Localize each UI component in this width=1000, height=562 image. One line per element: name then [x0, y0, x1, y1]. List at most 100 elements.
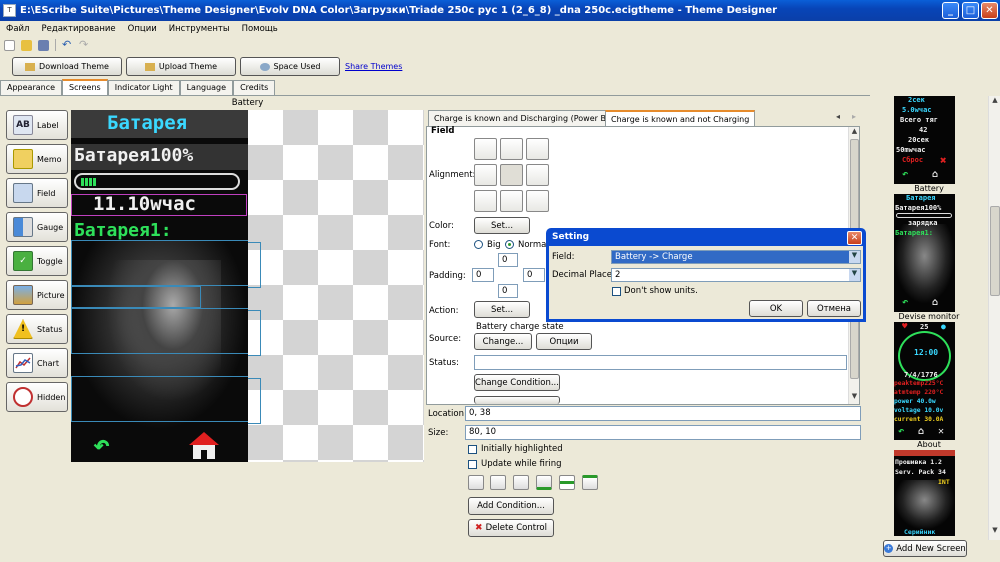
new-icon[interactable] — [4, 39, 15, 51]
change-condition-button[interactable]: Change Condition... — [474, 374, 560, 391]
add-chart-button[interactable]: Chart — [6, 348, 68, 378]
align-top-right-button[interactable] — [526, 138, 549, 160]
thumb-about-screen[interactable]: ♥ 25 ● 12:00 7/4/1776 peaktemp225°C atmt… — [894, 322, 955, 440]
source-options-button[interactable]: Опции — [536, 333, 592, 350]
update-while-firing-checkbox[interactable] — [468, 460, 477, 469]
add-label-button[interactable]: AB Label — [6, 110, 68, 140]
location-input[interactable]: 0, 38 — [465, 406, 861, 421]
add-status-button[interactable]: ! Status — [6, 314, 68, 344]
download-theme-button[interactable]: Download Theme — [12, 57, 122, 76]
scroll-up-icon[interactable]: ▲ — [990, 96, 1000, 106]
device-label-battery-percent[interactable]: Батарея100% — [74, 145, 193, 166]
align-left-edges-icon[interactable] — [468, 475, 484, 490]
thumb-firmware-screen[interactable]: Прошивка 1.2 Serv. Pack 34 INT Серийник — [894, 450, 955, 536]
align-middle-left-button[interactable] — [474, 164, 497, 186]
device-label-battery1[interactable]: Батарея1: — [74, 220, 172, 241]
add-new-screen-button[interactable]: + Add New Screen — [883, 540, 967, 557]
add-memo-button[interactable]: Memo — [6, 144, 68, 174]
tab-scroll-right-icon[interactable]: ▸ — [852, 112, 856, 121]
undo-icon[interactable]: ↶ — [62, 39, 73, 51]
status-input[interactable] — [474, 355, 847, 370]
align-middle-icon[interactable] — [559, 475, 575, 490]
save-icon[interactable] — [38, 39, 49, 51]
upload-theme-button[interactable]: Upload Theme — [126, 57, 236, 76]
delete-control-button[interactable]: ✖ Delete Control — [468, 519, 554, 537]
thumbnails-scrollbar[interactable]: ▲ ▼ — [988, 96, 1000, 540]
tab-credits[interactable]: Credits — [233, 80, 276, 95]
padding-top-input[interactable]: 0 — [498, 253, 518, 267]
align-bottom-center-button[interactable] — [500, 190, 523, 212]
align-bottom-icon[interactable] — [536, 475, 552, 490]
align-middle-center-button[interactable] — [500, 164, 523, 186]
align-centers-icon[interactable] — [490, 475, 506, 490]
menu-options[interactable]: Опции — [128, 24, 157, 34]
padding-right-input[interactable]: 0 — [523, 268, 545, 282]
thumb-home-icon: ⌂ — [932, 297, 939, 308]
add-toggle-button[interactable]: ✓ Toggle — [6, 246, 68, 276]
initially-highlighted-checkbox[interactable] — [468, 445, 477, 454]
tab-language[interactable]: Language — [179, 80, 234, 95]
color-set-button[interactable]: Set... — [474, 217, 530, 234]
thumb-battery-screen[interactable]: 2сек 5.0wчас Всего тяг 42 20сек 50mwчас … — [894, 96, 955, 184]
padding-bottom-input[interactable]: 0 — [498, 284, 518, 298]
menu-help[interactable]: Помощь — [242, 24, 278, 34]
home-icon[interactable] — [189, 432, 219, 460]
menu-file[interactable]: Файл — [6, 24, 29, 34]
align-top-center-button[interactable] — [500, 138, 523, 160]
tab-scroll-left-icon[interactable]: ◂ — [836, 112, 840, 121]
window-title-bar: E:\EScribe Suite\Pictures\Theme Designer… — [0, 0, 1000, 21]
tab-appearance[interactable]: Appearance — [0, 80, 63, 95]
font-big-radio[interactable] — [474, 240, 483, 249]
thumb-device-monitor-screen[interactable]: Батарея Батарея100% зарядка Батарея1: ↶ … — [894, 194, 955, 312]
size-label: Size: — [428, 428, 449, 438]
device-field-energy[interactable]: 11.10wчас — [93, 193, 196, 215]
add-condition-button[interactable]: Add Condition... — [468, 497, 554, 515]
space-used-button[interactable]: Space Used — [240, 57, 340, 76]
add-gauge-button[interactable]: Gauge — [6, 212, 68, 242]
back-arrow-icon[interactable]: ↶ — [93, 428, 110, 461]
thumbnails-scroll-thumb[interactable] — [990, 206, 1000, 296]
open-folder-icon[interactable] — [21, 39, 32, 51]
scroll-down-icon[interactable]: ▼ — [990, 526, 1000, 536]
field-dropdown-icon[interactable]: ▼ — [849, 251, 860, 263]
dialog-cancel-button[interactable]: Отмена — [807, 300, 861, 317]
close-button[interactable]: ✕ — [981, 2, 998, 19]
align-top-icon[interactable] — [582, 475, 598, 490]
tab-screens[interactable]: Screens — [62, 79, 108, 95]
tab-indicator-light[interactable]: Indicator Light — [107, 80, 180, 95]
dialog-decimal-select[interactable]: 2 — [611, 268, 861, 282]
add-hidden-button[interactable]: Hidden — [6, 382, 68, 412]
window-title: E:\EScribe Suite\Pictures\Theme Designer… — [20, 5, 778, 16]
decimal-dropdown-icon[interactable]: ▼ — [849, 269, 860, 281]
add-picture-button[interactable]: Picture — [6, 280, 68, 310]
device-battery-gauge[interactable] — [74, 173, 240, 190]
menu-edit[interactable]: Редактирование — [41, 24, 115, 34]
dialog-field-select[interactable]: Battery -> Charge — [611, 250, 861, 264]
align-bottom-right-button[interactable] — [526, 190, 549, 212]
size-input[interactable]: 80, 10 — [465, 425, 861, 440]
align-top-left-button[interactable] — [474, 138, 497, 160]
align-bottom-left-button[interactable] — [474, 190, 497, 212]
tab-not-charging[interactable]: Charge is known and not Charging — [605, 110, 756, 127]
add-field-button[interactable]: Field — [6, 178, 68, 208]
share-themes-link[interactable]: Share Themes — [345, 62, 402, 71]
scroll-up-icon[interactable]: ▲ — [850, 127, 859, 137]
redo-icon[interactable]: ↷ — [79, 39, 90, 51]
minimize-button[interactable]: _ — [942, 2, 959, 19]
maximize-button[interactable]: □ — [962, 2, 979, 19]
dont-show-units-checkbox[interactable] — [612, 287, 621, 296]
scroll-down-icon[interactable]: ▼ — [850, 392, 859, 402]
font-normal-radio[interactable] — [505, 240, 514, 249]
tab-discharging[interactable]: Charge is known and Discharging (Power B… — [428, 110, 630, 127]
source-change-button[interactable]: Change... — [474, 333, 532, 350]
menu-tools[interactable]: Инструменты — [169, 24, 230, 34]
dialog-title: Setting — [552, 232, 590, 242]
dialog-close-button[interactable]: ✕ — [847, 231, 862, 245]
device-label-battery[interactable]: Батарея — [107, 112, 187, 134]
thumb-back-icon: ↶ — [898, 426, 905, 437]
dialog-ok-button[interactable]: OK — [749, 300, 803, 317]
align-right-edges-icon[interactable] — [513, 475, 529, 490]
align-middle-right-button[interactable] — [526, 164, 549, 186]
padding-left-input[interactable]: 0 — [472, 268, 494, 282]
action-set-button[interactable]: Set... — [474, 301, 530, 318]
